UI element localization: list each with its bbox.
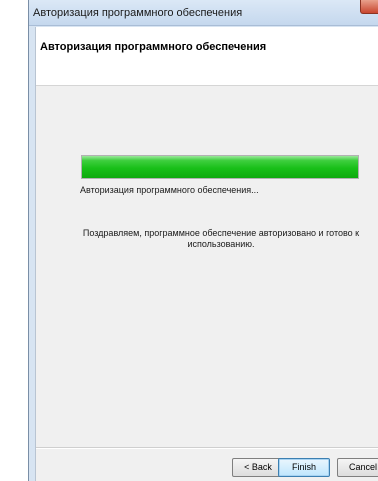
page-title: Авторизация программного обеспечения (40, 41, 267, 53)
finish-button[interactable]: Finish (278, 458, 330, 477)
cancel-button[interactable]: Cancel (337, 458, 378, 477)
progress-bar (81, 155, 359, 179)
authorization-dialog: Авторизация программного обеспечения Авт… (28, 0, 378, 481)
close-button[interactable] (360, 0, 378, 14)
window-title: Авторизация программного обеспечения (33, 7, 243, 19)
title-bar: Авторизация программного обеспечения (29, 0, 378, 26)
footer-divider (36, 447, 378, 449)
wizard-header: Авторизация программного обеспечения (36, 27, 378, 86)
progress-status-text: Авторизация программного обеспечения... (80, 185, 259, 195)
back-button[interactable]: < Back (232, 458, 284, 477)
success-message: Поздравляем, программное обеспечение авт… (82, 228, 360, 249)
dialog-body: Авторизация программного обеспечения Авт… (35, 27, 378, 481)
progress-bar-fill (82, 156, 358, 178)
